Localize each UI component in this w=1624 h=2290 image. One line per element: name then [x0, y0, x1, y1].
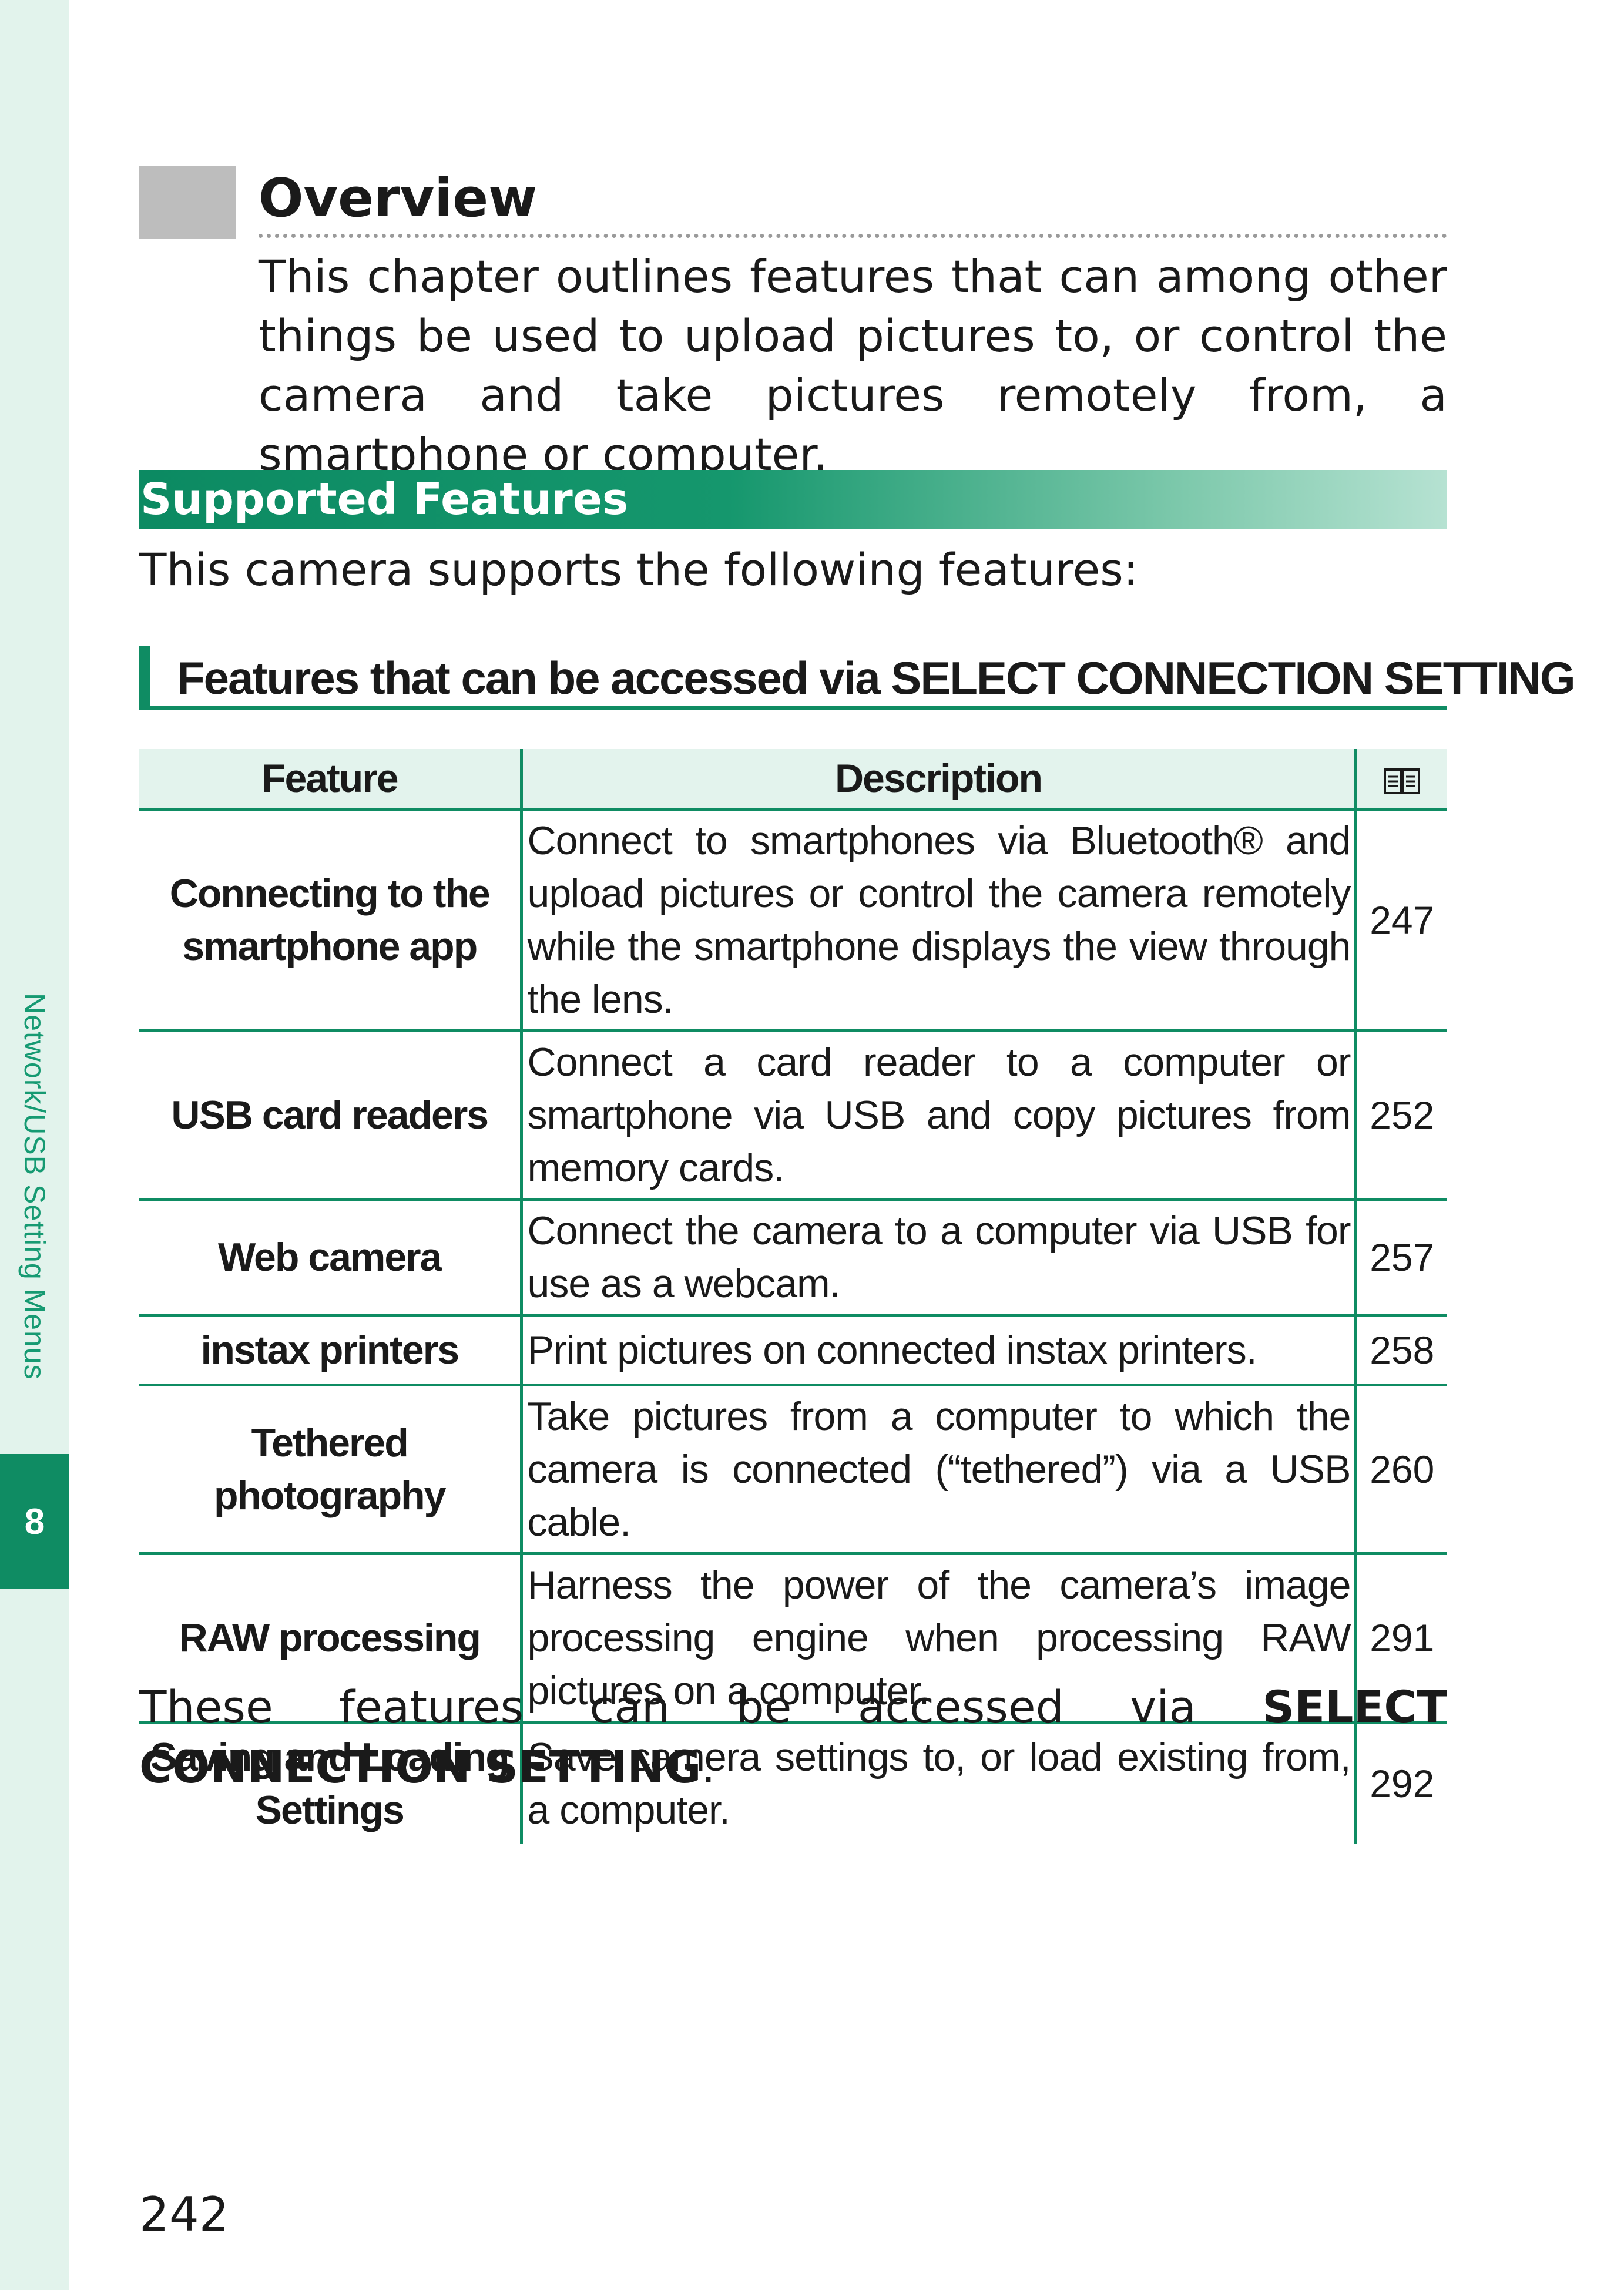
description-cell: Print pictures on connected instax print…: [519, 1315, 1357, 1386]
heading-marker: [139, 166, 236, 239]
closing-text: These features can be accessed via SELEC…: [139, 1677, 1447, 1797]
feature-cell: Tethered photography: [139, 1385, 521, 1555]
dotted-rule: [259, 234, 1447, 238]
page-cell: 247: [1355, 809, 1447, 1032]
supported-features-band: Supported Features: [139, 470, 1447, 529]
description-cell: Take pictures from a computer to which t…: [519, 1385, 1357, 1555]
description-column-header: Description: [519, 749, 1357, 811]
subsection-heading: Features that can be accessed via SELECT…: [139, 646, 1576, 710]
closing-text-suffix: .: [701, 1741, 716, 1793]
page-cell: 252: [1355, 1030, 1447, 1201]
page-number: 242: [139, 2187, 229, 2242]
description-cell: Connect the camera to a computer via USB…: [519, 1199, 1357, 1317]
table-header-row: Feature Description: [139, 749, 1447, 811]
feature-column-header: Feature: [139, 749, 521, 811]
description-cell: Connect a card reader to a computer or s…: [519, 1030, 1357, 1201]
chapter-section-label: Network/USB Setting Menus: [18, 993, 51, 1380]
table-row: instax printers Print pictures on connec…: [139, 1315, 1447, 1386]
page-cell: 260: [1355, 1385, 1447, 1555]
overview-text: This chapter outlines features that can …: [259, 250, 1447, 481]
chapter-number: 8: [24, 1501, 45, 1542]
book-icon: [1384, 768, 1421, 795]
supported-features-title: Supported Features: [140, 474, 629, 525]
page-cell: 258: [1355, 1315, 1447, 1386]
feature-cell: Connecting to the smartphone app: [139, 809, 521, 1032]
page-column-header: [1355, 749, 1447, 811]
overview-title: Overview: [259, 167, 538, 229]
table-row: USB card readers Connect a card reader t…: [139, 1030, 1447, 1201]
table-row: Web camera Connect the camera to a compu…: [139, 1199, 1447, 1317]
page-cell: 257: [1355, 1199, 1447, 1317]
table-row: Connecting to the smartphone app Connect…: [139, 809, 1447, 1032]
feature-cell: instax printers: [139, 1315, 521, 1386]
description-cell: Connect to smartphones via Bluetooth® an…: [519, 809, 1357, 1032]
chapter-tab: 8: [0, 1454, 69, 1589]
supported-intro: This camera supports the following featu…: [139, 543, 1139, 596]
feature-cell: Web camera: [139, 1199, 521, 1317]
subsection-title: Features that can be accessed via SELECT…: [177, 652, 1576, 704]
table-row: Tethered photography Take pictures from …: [139, 1385, 1447, 1555]
closing-text-prefix: These features can be accessed via: [139, 1681, 1263, 1733]
feature-cell: USB card readers: [139, 1030, 521, 1201]
